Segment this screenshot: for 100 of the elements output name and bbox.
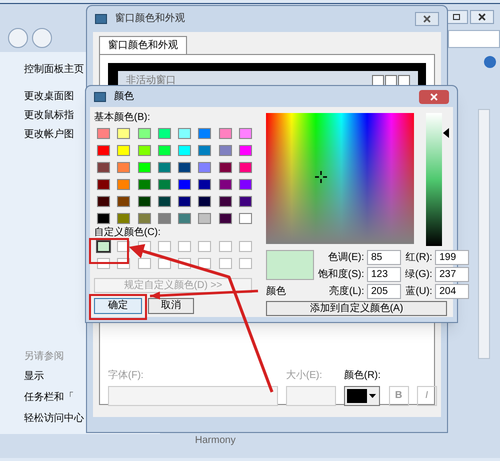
close-icon — [430, 92, 438, 100]
color-swatch[interactable] — [238, 258, 252, 269]
color-swatch[interactable] — [198, 128, 212, 139]
field-label: 饱和度(S): — [318, 268, 364, 280]
highlight-box — [89, 294, 147, 320]
color-swatch[interactable] — [218, 145, 232, 156]
color-swatch[interactable] — [117, 179, 130, 190]
field-label: 大小(E): — [286, 370, 324, 382]
color-swatch[interactable] — [218, 258, 232, 269]
color-swatch[interactable] — [158, 213, 171, 224]
tab[interactable]: 窗口颜色和外观 — [99, 36, 187, 54]
color-swatch[interactable] — [158, 179, 171, 190]
color-swatch[interactable] — [97, 128, 110, 139]
color-swatch[interactable] — [97, 162, 110, 173]
number-field[interactable]: 199 — [435, 250, 470, 265]
color-swatch[interactable] — [238, 128, 252, 139]
color-swatch[interactable] — [198, 241, 212, 252]
color-swatch[interactable] — [158, 241, 171, 252]
close-button[interactable] — [415, 12, 439, 26]
number-field[interactable]: 85 — [367, 250, 402, 265]
color-swatch[interactable] — [117, 196, 130, 207]
color-swatch[interactable] — [218, 179, 232, 190]
color-swatch[interactable] — [138, 128, 150, 139]
color-swatch[interactable] — [97, 241, 110, 252]
color-swatch[interactable] — [178, 128, 191, 139]
number-field[interactable]: 204 — [435, 284, 470, 299]
add-to-custom-colors-button[interactable]: 添加到自定义颜色(A) — [266, 301, 447, 316]
window-title: 非活动窗口 — [126, 75, 176, 87]
color-swatch[interactable] — [178, 179, 191, 190]
ok-button[interactable]: 确定 — [94, 298, 142, 314]
color-swatch[interactable] — [97, 213, 110, 224]
color-swatch[interactable] — [218, 162, 232, 173]
monitor-icon — [94, 92, 106, 102]
color-swatch[interactable] — [198, 258, 212, 269]
color-picker-button[interactable] — [344, 386, 380, 406]
color-swatch[interactable] — [238, 145, 252, 156]
color-swatch[interactable] — [178, 162, 191, 173]
section-label: 自定义颜色(C): — [94, 227, 162, 239]
color-swatch[interactable] — [138, 213, 150, 224]
number-field[interactable]: 205 — [367, 284, 402, 299]
color-sample — [347, 389, 367, 403]
scrollbar[interactable] — [478, 109, 490, 359]
highlight-box — [89, 238, 129, 264]
color-swatch[interactable] — [198, 196, 212, 207]
color-swatch[interactable] — [178, 196, 191, 207]
number-field[interactable]: 123 — [367, 267, 402, 282]
field-label: 红(R): — [406, 252, 432, 264]
color-swatch[interactable] — [138, 196, 150, 207]
luminance-slider[interactable] — [426, 113, 449, 246]
color-swatch[interactable] — [97, 179, 110, 190]
field-label: 字体(F): — [108, 370, 145, 382]
field-label: 蓝(U): — [406, 286, 432, 298]
color-swatch[interactable] — [138, 145, 150, 156]
restore-icon — [452, 14, 460, 20]
number-field[interactable]: 237 — [435, 267, 470, 282]
color-swatch[interactable] — [218, 213, 232, 224]
color-swatch[interactable] — [178, 145, 191, 156]
color-swatch[interactable] — [218, 241, 232, 252]
color-swatch[interactable] — [238, 213, 252, 224]
close-button[interactable] — [470, 10, 494, 24]
color-swatch[interactable] — [238, 241, 252, 252]
color-swatch[interactable] — [198, 179, 212, 190]
color-swatch[interactable] — [117, 128, 130, 139]
field-label: 绿(G): — [405, 268, 432, 280]
color-swatch[interactable] — [97, 196, 110, 207]
dialog-title: 窗口颜色和外观 — [115, 13, 185, 25]
color-swatch[interactable] — [178, 213, 191, 224]
back-button[interactable] — [8, 28, 28, 48]
color-swatch[interactable] — [218, 196, 232, 207]
color-swatch[interactable] — [138, 162, 150, 173]
color-swatch[interactable] — [138, 179, 150, 190]
forward-button[interactable] — [32, 28, 52, 48]
color-swatch[interactable] — [117, 162, 130, 173]
field-label: 色调(E): — [328, 252, 364, 264]
cancel-button[interactable]: 取消 — [148, 298, 194, 314]
color-swatch[interactable] — [198, 162, 212, 173]
color-swatch[interactable] — [238, 162, 252, 173]
color-swatch[interactable] — [158, 162, 171, 173]
search-field[interactable] — [448, 30, 500, 48]
color-swatch[interactable] — [158, 128, 171, 139]
color-swatch[interactable] — [178, 241, 191, 252]
color-swatch[interactable] — [198, 213, 212, 224]
color-swatch[interactable] — [117, 145, 130, 156]
color-swatch[interactable] — [238, 196, 252, 207]
theme-label: Harmony — [195, 435, 236, 447]
color-swatch[interactable] — [158, 196, 171, 207]
field-label: 亮度(L): — [329, 286, 364, 298]
field-label: 颜色(R): — [344, 370, 381, 382]
help-icon[interactable] — [484, 56, 496, 68]
monitor-icon — [95, 14, 107, 24]
caret-icon — [369, 394, 376, 398]
color-swatch[interactable] — [218, 128, 232, 139]
close-icon — [423, 15, 431, 23]
color-swatch[interactable] — [158, 145, 171, 156]
color-swatch[interactable] — [138, 258, 150, 269]
section-heading: 另请参阅 — [24, 351, 65, 363]
color-swatch[interactable] — [238, 179, 252, 190]
color-swatch[interactable] — [97, 145, 110, 156]
color-swatch[interactable] — [117, 213, 130, 224]
color-swatch[interactable] — [198, 145, 212, 156]
